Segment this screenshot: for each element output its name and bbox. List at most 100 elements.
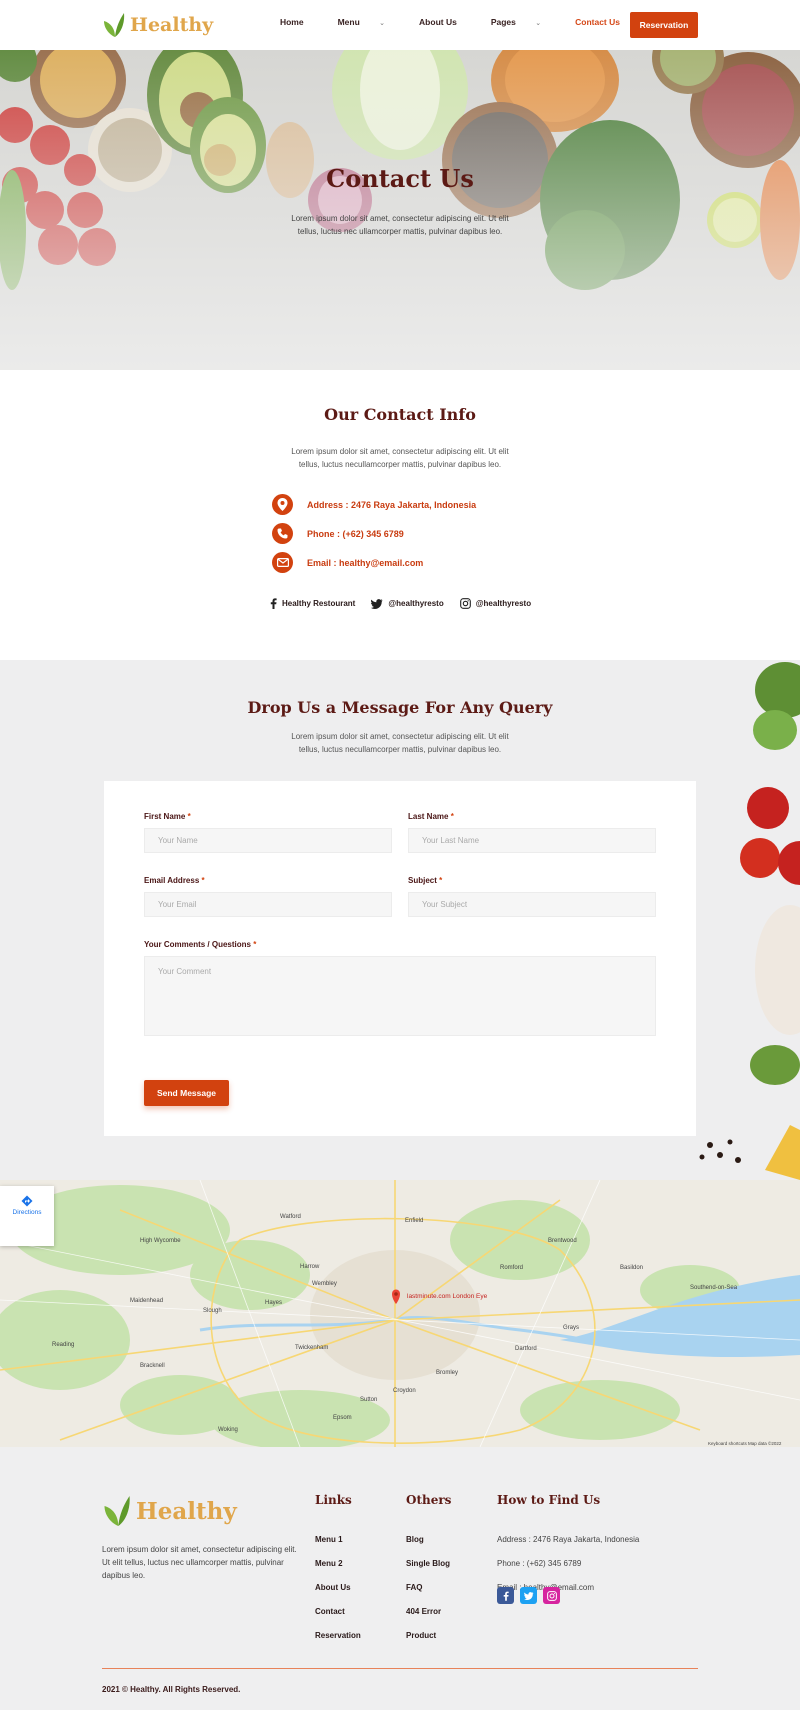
- footer-find-title: How to Find Us: [497, 1493, 601, 1507]
- last-name-field[interactable]: Your Last Name: [408, 828, 656, 853]
- footer-about: Lorem ipsum dolor sit amet, consectetur …: [102, 1545, 297, 1580]
- footer-link[interactable]: Contact: [315, 1607, 345, 1616]
- facebook-link[interactable]: Healthy Restourant: [270, 598, 355, 609]
- facebook-label: Healthy Restourant: [282, 599, 356, 608]
- footer-link[interactable]: 404 Error: [406, 1607, 441, 1616]
- map-place-label: Romford: [500, 1265, 524, 1271]
- subject-field[interactable]: Your Subject: [408, 892, 656, 917]
- label-text: Last Name: [408, 812, 449, 821]
- footer-brand-name: Healthy: [136, 1497, 237, 1525]
- footer-links-title: Links: [315, 1493, 352, 1507]
- brand-logo[interactable]: Healthy: [102, 10, 213, 40]
- section-title: Our Contact Info: [324, 405, 476, 424]
- nav-item-pages[interactable]: Pages ⌄: [474, 17, 541, 27]
- envelope-icon: [272, 552, 293, 573]
- comments-textarea[interactable]: Your Comment: [144, 956, 656, 1036]
- footer-link[interactable]: Menu 1: [315, 1535, 343, 1544]
- instagram-button[interactable]: [543, 1587, 560, 1604]
- email-text[interactable]: Email : healthy@email.com: [307, 558, 423, 568]
- directions-button[interactable]: Directions: [0, 1186, 54, 1246]
- contact-info-section: Our Contact Info Lorem ipsum dolor sit a…: [0, 370, 800, 660]
- nav-item-contact[interactable]: Contact Us: [558, 17, 620, 27]
- last-name-label: Last Name *: [408, 812, 454, 821]
- nav-item-menu[interactable]: Menu ⌄: [321, 17, 385, 27]
- footer-link[interactable]: Blog: [406, 1535, 424, 1544]
- twitter-icon: [523, 1591, 533, 1600]
- required-mark: *: [450, 812, 454, 821]
- required-mark: *: [201, 876, 205, 885]
- map-place-label: Hayes: [265, 1300, 283, 1306]
- instagram-icon: [546, 1590, 557, 1601]
- map-place-label: High Wycombe: [140, 1238, 181, 1244]
- hero-overlay: [0, 50, 800, 370]
- email-field[interactable]: Your Email: [144, 892, 392, 917]
- map-place-label: Croydon: [393, 1388, 416, 1394]
- nav-label: Pages: [490, 17, 516, 27]
- twitter-icon: [371, 598, 383, 609]
- map-pin-label: lastminute.com London Eye: [407, 1293, 488, 1300]
- instagram-link[interactable]: @healthyresto: [459, 598, 532, 609]
- nav-item-home[interactable]: Home: [263, 17, 304, 27]
- location-pin-icon: [272, 494, 293, 515]
- main-menu: Home Menu ⌄ About Us Pages ⌄ Contact Us: [246, 17, 620, 27]
- footer-link[interactable]: About Us: [315, 1583, 351, 1592]
- contact-form-card: First Name * Your Name Last Name * Your …: [104, 781, 696, 1136]
- first-name-label: First Name *: [144, 812, 191, 821]
- twitter-link[interactable]: @healthyresto: [371, 598, 444, 609]
- message-section: Drop Us a Message For Any Query Lorem ip…: [0, 660, 800, 1180]
- instagram-icon: [459, 598, 471, 609]
- chevron-down-icon: ⌄: [535, 20, 542, 27]
- facebook-button[interactable]: [497, 1587, 514, 1604]
- footer-link[interactable]: Reservation: [315, 1631, 361, 1640]
- footer-logo[interactable]: Healthy: [102, 1496, 237, 1526]
- footer-link[interactable]: Product: [406, 1631, 436, 1640]
- section-subtitle: Lorem ipsum dolor sit amet, consectetur …: [291, 447, 509, 469]
- label-text: Subject: [408, 876, 437, 885]
- footer-link[interactable]: Single Blog: [406, 1559, 450, 1568]
- footer-others-title: Others: [406, 1493, 452, 1507]
- nav-item-about[interactable]: About Us: [402, 17, 457, 27]
- footer-divider: [102, 1668, 698, 1669]
- reservation-button[interactable]: Reservation: [630, 12, 698, 38]
- hero-banner: Contact Us Lorem ipsum dolor sit amet, c…: [0, 50, 800, 370]
- footer-phone: Phone : (+62) 345 6789: [497, 1559, 582, 1568]
- map-place-label: Dartford: [515, 1346, 537, 1352]
- map-tiles: [0, 1180, 800, 1447]
- facebook-icon: [503, 1591, 509, 1601]
- map-place-label: Sutton: [360, 1397, 378, 1403]
- send-message-button[interactable]: Send Message: [144, 1080, 229, 1106]
- map-place-label: Bromley: [436, 1370, 459, 1376]
- map-place-label: Watford: [280, 1214, 301, 1220]
- label-text: Your Comments / Questions: [144, 940, 251, 949]
- map-place-label: Reading: [52, 1342, 75, 1348]
- chevron-down-icon: ⌄: [379, 20, 386, 27]
- location-map[interactable]: Directions lastminute.com London Eye Wat…: [0, 1180, 800, 1447]
- phone-icon: [272, 523, 293, 544]
- label-text: First Name: [144, 812, 186, 821]
- required-mark: *: [439, 876, 443, 885]
- footer-link[interactable]: Menu 2: [315, 1559, 343, 1568]
- twitter-button[interactable]: [520, 1587, 537, 1604]
- top-navbar: Healthy Home Menu ⌄ About Us Pages ⌄ Con…: [0, 0, 800, 50]
- instagram-label: @healthyresto: [475, 599, 532, 608]
- leaf-icon: [104, 13, 125, 37]
- email-row: Email : healthy@email.com: [272, 552, 423, 573]
- twitter-label: @healthyresto: [388, 599, 444, 608]
- footer-address: Address : 2476 Raya Jakarta, Indonesia: [497, 1535, 640, 1544]
- map-place-label: Wembley: [312, 1281, 337, 1287]
- footer-link[interactable]: FAQ: [406, 1583, 422, 1592]
- map-place-label: Grays: [563, 1325, 580, 1331]
- site-footer: Healthy Lorem ipsum dolor sit amet, cons…: [0, 1447, 800, 1710]
- label-text: Email Address: [144, 876, 200, 885]
- map-place-label: Harrow: [300, 1264, 320, 1270]
- map-place-label: Bracknell: [140, 1363, 165, 1369]
- nav-label: Menu: [337, 17, 360, 27]
- section-title: Drop Us a Message For Any Query: [247, 698, 553, 717]
- directions-icon: [21, 1195, 33, 1207]
- first-name-field[interactable]: Your Name: [144, 828, 392, 853]
- phone-text[interactable]: Phone : (+62) 345 6789: [307, 529, 404, 539]
- map-place-label: Slough: [203, 1308, 222, 1314]
- directions-label: Directions: [12, 1209, 42, 1216]
- map-place-label: Southend-on-Sea: [690, 1285, 738, 1291]
- nav-label: Home: [279, 17, 304, 27]
